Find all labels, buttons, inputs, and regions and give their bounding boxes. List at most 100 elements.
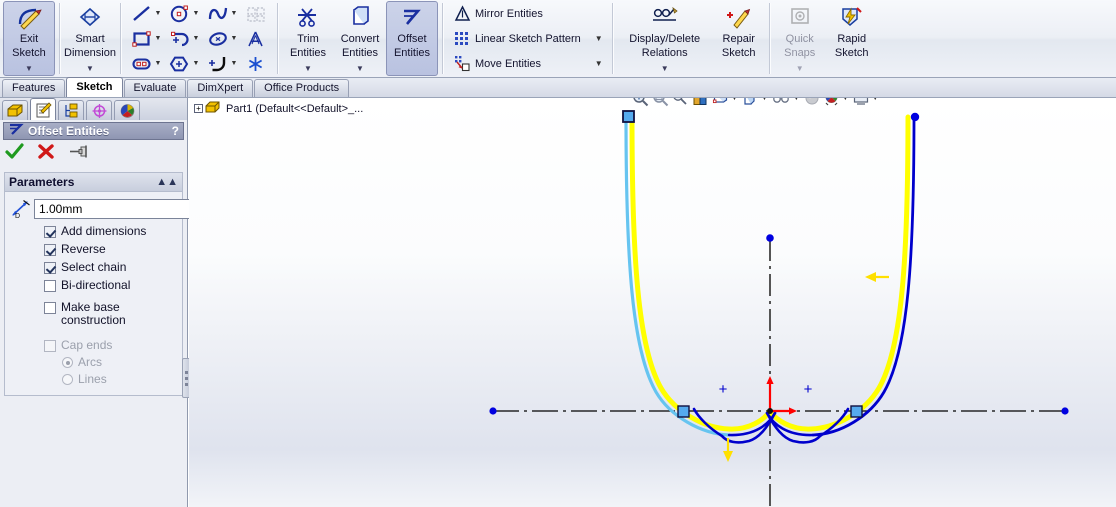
display-delete-relations-button[interactable]: Display/Delete Relations ▼ bbox=[617, 1, 713, 76]
make-base-construction-checkbox[interactable] bbox=[44, 302, 56, 314]
linear-sketch-pattern-dropdown-caret[interactable]: ▼ bbox=[581, 34, 603, 43]
add-dimensions-checkbox-row[interactable]: Add dimensions bbox=[10, 225, 177, 238]
bi-directional-checkbox-row[interactable]: Bi-directional bbox=[10, 279, 177, 292]
trim-entities-button[interactable]: Trim Entities ▼ bbox=[282, 1, 334, 76]
selected-original-curve-left[interactable] bbox=[624, 115, 731, 437]
tab-evaluate[interactable]: Evaluate bbox=[123, 79, 187, 97]
relation-marker-left[interactable]: + bbox=[719, 381, 728, 398]
polygon-tool[interactable]: ▼ bbox=[165, 51, 203, 76]
vertical-centerline-endpoint[interactable] bbox=[766, 234, 774, 242]
bi-directional-checkbox[interactable] bbox=[44, 280, 56, 292]
ellipse-tool[interactable]: ▼ bbox=[203, 26, 241, 51]
mirror-entities-button[interactable]: Mirror Entities bbox=[449, 1, 606, 26]
original-curve-right[interactable] bbox=[811, 115, 916, 437]
cap-ends-checkbox[interactable] bbox=[44, 340, 56, 352]
exit-sketch-dropdown-caret[interactable]: ▼ bbox=[4, 65, 54, 75]
quick-snaps-button[interactable]: Quick Snaps ▼ bbox=[774, 1, 826, 76]
selected-point-right[interactable] bbox=[850, 405, 863, 418]
rectangle-tool[interactable]: ▼ bbox=[127, 26, 165, 51]
pin-button[interactable] bbox=[68, 143, 90, 163]
reverse-checkbox-row[interactable]: Reverse bbox=[10, 243, 177, 256]
cap-ends-checkbox-row[interactable]: Cap ends bbox=[10, 339, 177, 352]
line-dropdown-caret[interactable]: ▼ bbox=[155, 10, 162, 17]
chevron-up-icon[interactable]: ▲▲ bbox=[156, 176, 178, 188]
parameters-section-header[interactable]: Parameters ▲▲ bbox=[5, 173, 182, 192]
circle-tool[interactable]: ▼ bbox=[165, 1, 203, 26]
lines-radio-row[interactable]: Lines bbox=[10, 373, 177, 386]
help-button[interactable]: ? bbox=[172, 124, 179, 138]
line-tool[interactable]: ▼ bbox=[127, 1, 165, 26]
dimxpert-icon bbox=[92, 103, 106, 118]
ok-button[interactable] bbox=[5, 143, 24, 163]
ellipse-dropdown-caret[interactable]: ▼ bbox=[231, 35, 238, 42]
quick-snaps-label-2: Snaps bbox=[784, 47, 816, 59]
lines-radio[interactable] bbox=[62, 374, 73, 385]
smart-dimension-label-2: Dimension bbox=[64, 47, 116, 59]
fillet-dropdown-caret[interactable]: ▼ bbox=[231, 60, 238, 67]
repair-sketch-button[interactable]: Repair Sketch bbox=[713, 1, 765, 76]
point-tool[interactable] bbox=[241, 51, 271, 76]
sketch-origin[interactable] bbox=[766, 376, 797, 415]
spline-tool[interactable]: ▼ bbox=[203, 1, 241, 26]
arc-dropdown-caret[interactable]: ▼ bbox=[193, 35, 200, 42]
rapid-sketch-button[interactable]: Rapid Sketch bbox=[826, 1, 878, 76]
offset-entities-button[interactable]: Offset Entities bbox=[386, 1, 438, 76]
graphics-area[interactable]: + Part1 (Default<<Default>_... ▼ ▼ ▼ ▼ ▼… bbox=[189, 98, 1116, 507]
trim-entities-label-1: Trim bbox=[297, 33, 319, 45]
smart-dimension-dropdown-caret[interactable]: ▼ bbox=[65, 65, 115, 75]
arc-tool[interactable]: ▼ bbox=[165, 26, 203, 51]
move-entities-dropdown-caret[interactable]: ▼ bbox=[581, 59, 603, 68]
svg-text:D: D bbox=[15, 213, 20, 219]
display-manager-tab[interactable] bbox=[114, 100, 140, 120]
slot-tool[interactable]: ▼ bbox=[127, 51, 165, 76]
slot-dropdown-caret[interactable]: ▼ bbox=[155, 60, 162, 67]
sketch-pattern-tool[interactable] bbox=[241, 1, 271, 26]
make-base-construction-checkbox-row[interactable]: Make base construction bbox=[10, 301, 177, 327]
property-manager-tab[interactable] bbox=[30, 98, 56, 120]
arcs-radio-row[interactable]: Arcs bbox=[10, 356, 177, 369]
tab-dimxpert[interactable]: DimXpert bbox=[187, 79, 254, 97]
offset-distance-row: D ▲ ▼ bbox=[10, 198, 208, 220]
exit-sketch-button[interactable]: Exit Sketch ▼ bbox=[3, 1, 55, 76]
polygon-dropdown-caret[interactable]: ▼ bbox=[193, 60, 200, 67]
ribbon-separator bbox=[120, 3, 121, 74]
quick-snaps-dropdown-caret[interactable]: ▼ bbox=[775, 65, 825, 75]
centerline-right-endpoint[interactable] bbox=[1061, 407, 1069, 415]
move-entities-button[interactable]: Move Entities ▼ bbox=[449, 51, 606, 76]
rectangle-dropdown-caret[interactable]: ▼ bbox=[155, 35, 162, 42]
splitter-grip-dot bbox=[185, 376, 188, 380]
reverse-checkbox[interactable] bbox=[44, 244, 56, 256]
text-tool[interactable] bbox=[241, 26, 271, 51]
endpoint-top-right[interactable] bbox=[910, 112, 920, 122]
select-chain-checkbox[interactable] bbox=[44, 262, 56, 274]
tab-office-products[interactable]: Office Products bbox=[254, 79, 350, 97]
relation-marker-right[interactable]: + bbox=[804, 381, 813, 398]
offset-curve-left-upper[interactable] bbox=[629, 114, 732, 432]
tab-sketch[interactable]: Sketch bbox=[66, 77, 123, 97]
centerline-left-endpoint[interactable] bbox=[489, 407, 497, 415]
feature-manager-tab[interactable] bbox=[2, 100, 28, 120]
offset-curve-right-upper[interactable] bbox=[808, 114, 911, 432]
cancel-button[interactable] bbox=[37, 143, 55, 163]
add-dimensions-checkbox[interactable] bbox=[44, 226, 56, 238]
trim-entities-dropdown-caret[interactable]: ▼ bbox=[283, 65, 333, 75]
convert-entities-label-2: Entities bbox=[341, 47, 379, 59]
sketch-geometry[interactable]: + + bbox=[189, 98, 1116, 507]
arcs-radio[interactable] bbox=[62, 357, 73, 368]
smart-dimension-button[interactable]: Smart Dimension ▼ bbox=[64, 1, 116, 76]
selected-endpoint-top-left[interactable] bbox=[622, 110, 635, 123]
tab-features[interactable]: Features bbox=[2, 79, 66, 97]
selected-point-left[interactable] bbox=[677, 405, 690, 418]
dimxpert-manager-tab[interactable] bbox=[86, 100, 112, 120]
convert-entities-button[interactable]: Convert Entities ▼ bbox=[334, 1, 386, 76]
display-delete-relations-dropdown-caret[interactable]: ▼ bbox=[618, 65, 712, 75]
offset-distance-input[interactable] bbox=[34, 199, 199, 219]
convert-entities-dropdown-caret[interactable]: ▼ bbox=[335, 65, 385, 75]
offset-direction-arrow-left[interactable] bbox=[865, 272, 889, 282]
spline-dropdown-caret[interactable]: ▼ bbox=[231, 10, 238, 17]
select-chain-checkbox-row[interactable]: Select chain bbox=[10, 261, 177, 274]
linear-sketch-pattern-button[interactable]: Linear Sketch Pattern ▼ bbox=[449, 26, 606, 51]
fillet-tool[interactable]: ▼ bbox=[203, 51, 241, 76]
circle-dropdown-caret[interactable]: ▼ bbox=[193, 10, 200, 17]
configuration-manager-tab[interactable] bbox=[58, 100, 84, 120]
